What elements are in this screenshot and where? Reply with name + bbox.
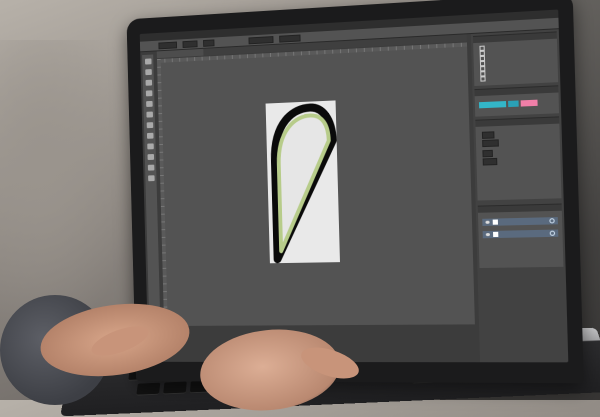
- swatches-panel: [474, 85, 560, 117]
- shape-tool-icon[interactable]: [145, 111, 153, 118]
- layer-thumbnail: [493, 231, 499, 238]
- line-tool-icon[interactable]: [145, 100, 153, 108]
- eyedropper-tool-icon[interactable]: [147, 154, 154, 161]
- visibility-eye-icon[interactable]: [485, 220, 490, 224]
- artboard[interactable]: [265, 100, 340, 263]
- panel-header[interactable]: [477, 204, 562, 213]
- swatch-teal[interactable]: [478, 101, 507, 109]
- background-blur-left: [0, 40, 140, 340]
- layer-row[interactable]: [482, 229, 559, 239]
- selection-tool-icon[interactable]: [144, 58, 152, 65]
- property-row[interactable]: [481, 130, 553, 139]
- keyboard-key: [163, 381, 187, 395]
- app-window: [139, 9, 569, 363]
- options-field[interactable]: [182, 39, 198, 48]
- layer-thumbnail: [492, 219, 499, 225]
- checkbox[interactable]: [480, 75, 486, 82]
- rotate-tool-icon[interactable]: [146, 132, 154, 139]
- type-tool-icon[interactable]: [145, 90, 152, 97]
- options-field[interactable]: [203, 38, 215, 47]
- layer-target-icon[interactable]: [549, 218, 555, 224]
- hand-tool-icon[interactable]: [147, 164, 154, 171]
- right-panels: [470, 29, 569, 363]
- options-field[interactable]: [158, 41, 178, 49]
- pen-tool-icon[interactable]: [145, 79, 152, 86]
- property-row[interactable]: [482, 138, 553, 147]
- layers-panel: [477, 203, 564, 269]
- swatch-teal-dark[interactable]: [508, 100, 519, 108]
- panel-header[interactable]: [475, 117, 560, 127]
- zoom-tool-icon[interactable]: [147, 175, 155, 182]
- visibility-eye-icon[interactable]: [485, 233, 491, 237]
- actions-panel: [472, 31, 559, 87]
- property-row[interactable]: [482, 149, 553, 157]
- scale-tool-icon[interactable]: [146, 143, 154, 150]
- swatch-pink[interactable]: [520, 99, 538, 107]
- direct-selection-tool-icon[interactable]: [144, 69, 152, 76]
- panel-header[interactable]: [474, 86, 559, 97]
- teardrop-shape[interactable]: [266, 100, 340, 263]
- property-field[interactable]: [482, 157, 498, 166]
- layer-target-icon[interactable]: [549, 230, 556, 236]
- shape-green-stroke: [277, 115, 331, 251]
- options-field[interactable]: [248, 35, 274, 44]
- keyboard-key: [136, 382, 161, 396]
- property-row[interactable]: [482, 157, 554, 166]
- options-field[interactable]: [279, 34, 301, 43]
- property-field[interactable]: [481, 130, 495, 139]
- brush-tool-icon[interactable]: [146, 122, 153, 129]
- laptop-screen-bezel: [126, 0, 584, 384]
- properties-panel: [475, 116, 562, 201]
- property-field[interactable]: [482, 138, 499, 147]
- property-field[interactable]: [482, 149, 493, 157]
- layer-row[interactable]: [482, 217, 558, 226]
